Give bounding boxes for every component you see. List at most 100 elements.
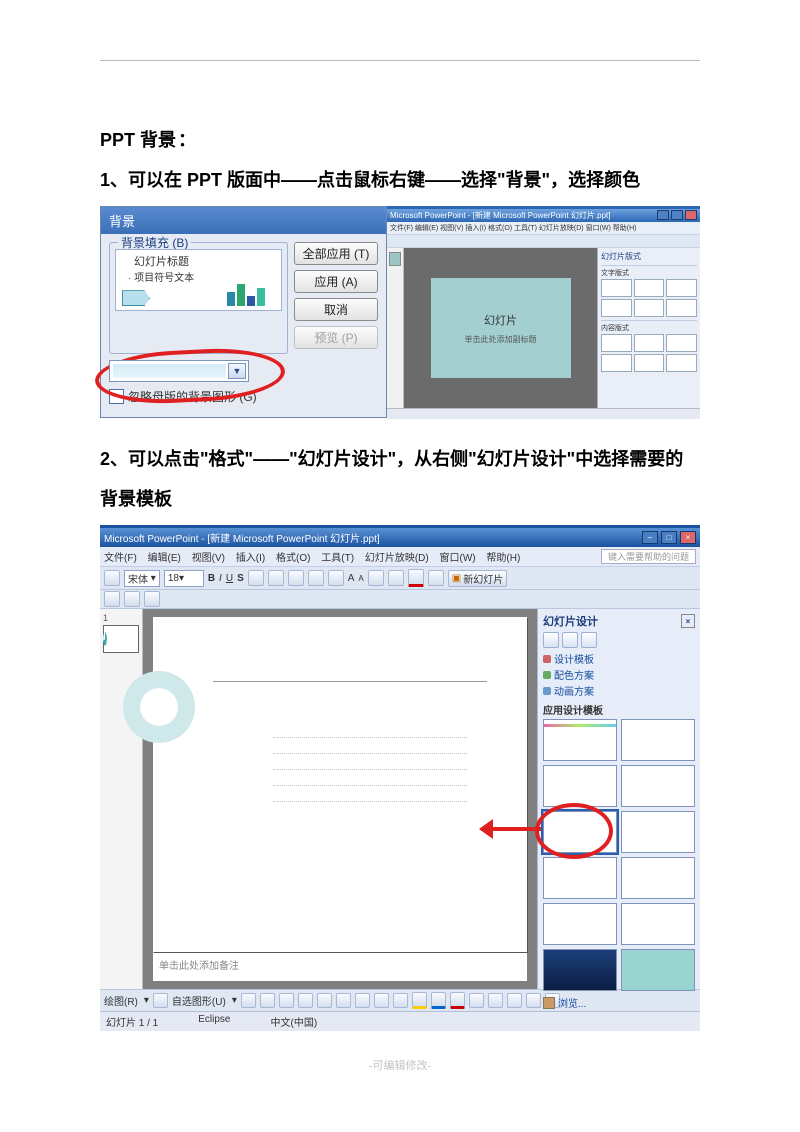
font-color-icon[interactable]: [450, 992, 465, 1009]
menu-tools[interactable]: 工具(T): [321, 553, 354, 564]
minimize-icon[interactable]: [657, 210, 669, 220]
small-slide[interactable]: 幻灯片 单击此处添加副标题: [431, 278, 571, 378]
draw-menu[interactable]: 绘图(R): [104, 993, 138, 1008]
layout-thumb[interactable]: [601, 334, 632, 352]
minimize-icon[interactable]: –: [642, 531, 658, 544]
notes-pane[interactable]: 单击此处添加备注: [153, 952, 527, 981]
font-shrink-icon[interactable]: A: [358, 574, 363, 583]
layout-thumb[interactable]: [634, 299, 665, 317]
autoshapes-menu[interactable]: 自选图形(U): [172, 993, 226, 1008]
close-icon[interactable]: ×: [680, 531, 696, 544]
font-size-select[interactable]: 18 ▾: [164, 570, 204, 587]
slide-canvas[interactable]: [153, 617, 527, 952]
background-color-dropdown[interactable]: ▼: [109, 360, 249, 382]
shadow-icon[interactable]: [526, 993, 541, 1008]
font-grow-icon[interactable]: A: [348, 573, 355, 584]
arrow-style-icon[interactable]: [507, 993, 522, 1008]
toolbar-icon[interactable]: [124, 591, 140, 607]
omit-master-bg-row[interactable]: 忽略母版的背景图形 (G): [101, 384, 386, 413]
formatting-toolbar[interactable]: 宋体 ▾ 18 ▾ B I U S A A ▣ 新幻灯片: [100, 567, 700, 590]
clipart-icon[interactable]: [374, 993, 389, 1008]
chevron-down-icon[interactable]: ▼: [228, 363, 246, 379]
picture-icon[interactable]: [393, 993, 408, 1008]
layout-thumb[interactable]: [634, 334, 665, 352]
menu-help[interactable]: 帮助(H): [486, 553, 520, 564]
small-menubar[interactable]: 文件(F) 编辑(E) 视图(V) 插入(I) 格式(O) 工具(T) 幻灯片放…: [387, 222, 700, 235]
slide-thumb[interactable]: [389, 252, 401, 266]
large-menubar[interactable]: 文件(F) 编辑(E) 视图(V) 插入(I) 格式(O) 工具(T) 幻灯片放…: [100, 547, 700, 567]
dash-style-icon[interactable]: [488, 993, 503, 1008]
layout-thumb[interactable]: [601, 279, 632, 297]
apply-all-button[interactable]: 全部应用 (T): [294, 242, 378, 265]
rectangle-icon[interactable]: [279, 993, 294, 1008]
numbering-icon[interactable]: [308, 570, 324, 586]
design-template-thumb[interactable]: [621, 719, 695, 761]
pane-home-icon[interactable]: [581, 632, 597, 648]
menu-view[interactable]: 视图(V): [192, 553, 225, 564]
maximize-icon[interactable]: [671, 210, 683, 220]
preview-button[interactable]: 预览 (P): [294, 326, 378, 349]
small-editor[interactable]: 幻灯片 单击此处添加副标题: [404, 248, 597, 408]
small-toolbar[interactable]: [387, 235, 700, 248]
design-template-thumb[interactable]: [543, 811, 617, 853]
layout-thumb[interactable]: [601, 299, 632, 317]
design-template-thumb[interactable]: [621, 857, 695, 899]
toolbar-icon[interactable]: [104, 591, 120, 607]
layout-thumb[interactable]: [634, 279, 665, 297]
wordart-icon[interactable]: [336, 993, 351, 1008]
indent-increase-icon[interactable]: [388, 570, 404, 586]
align-left-icon[interactable]: [248, 570, 264, 586]
fill-color-icon[interactable]: [412, 992, 427, 1009]
align-center-icon[interactable]: [268, 570, 284, 586]
close-icon[interactable]: [685, 210, 697, 220]
color-schemes-link[interactable]: 配色方案: [543, 667, 695, 682]
standard-toolbar[interactable]: [100, 590, 700, 609]
align-right-icon[interactable]: [288, 570, 304, 586]
apply-button[interactable]: 应用 (A): [294, 270, 378, 293]
browse-link[interactable]: 浏览...: [543, 995, 695, 1010]
animation-schemes-link[interactable]: 动画方案: [543, 683, 695, 698]
font-color-icon[interactable]: [408, 569, 424, 587]
diagram-icon[interactable]: [355, 993, 370, 1008]
close-pane-icon[interactable]: ×: [681, 614, 695, 628]
slide-design-pane[interactable]: 幻灯片设计 × 设计模板 配色方案 动画方案 应用设计模板: [537, 609, 700, 989]
design-templates-link[interactable]: 设计模板: [543, 651, 695, 666]
design-template-thumb[interactable]: [543, 857, 617, 899]
line-color-icon[interactable]: [431, 992, 446, 1009]
design-template-thumb[interactable]: [543, 949, 617, 991]
italic-button[interactable]: I: [219, 573, 222, 584]
layout-thumb[interactable]: [666, 334, 697, 352]
line-style-icon[interactable]: [469, 993, 484, 1008]
toolbar-icon[interactable]: [104, 570, 120, 586]
textbox-icon[interactable]: [317, 993, 332, 1008]
slide-thumb[interactable]: [103, 625, 139, 653]
arrow-icon[interactable]: [260, 993, 275, 1008]
menu-format[interactable]: 格式(O): [276, 553, 310, 564]
menu-insert[interactable]: 插入(I): [236, 553, 265, 564]
layout-thumb[interactable]: [666, 354, 697, 372]
outline-pane[interactable]: 1: [100, 609, 143, 989]
design-template-thumb[interactable]: [621, 811, 695, 853]
layout-thumb[interactable]: [666, 299, 697, 317]
cancel-button[interactable]: 取消: [294, 298, 378, 321]
help-search-input[interactable]: 键入需要帮助的问题: [601, 549, 696, 564]
oval-icon[interactable]: [298, 993, 313, 1008]
pane-back-icon[interactable]: [543, 632, 559, 648]
bullets-icon[interactable]: [328, 570, 344, 586]
indent-decrease-icon[interactable]: [368, 570, 384, 586]
menu-slideshow[interactable]: 幻灯片放映(D): [365, 553, 429, 564]
bold-button[interactable]: B: [208, 573, 215, 584]
pane-forward-icon[interactable]: [562, 632, 578, 648]
layout-thumb[interactable]: [601, 354, 632, 372]
underline-button[interactable]: U: [226, 573, 233, 584]
design-template-thumb[interactable]: [621, 903, 695, 945]
menu-window[interactable]: 窗口(W): [440, 553, 476, 564]
new-slide-button[interactable]: ▣ 新幻灯片: [448, 570, 507, 587]
menu-edit[interactable]: 编辑(E): [148, 553, 181, 564]
checkbox-icon[interactable]: [109, 389, 124, 404]
design-template-thumb[interactable]: [543, 765, 617, 807]
design-icon[interactable]: [428, 570, 444, 586]
toolbar-icon[interactable]: [144, 591, 160, 607]
layout-thumb[interactable]: [634, 354, 665, 372]
layout-task-pane[interactable]: 幻灯片版式 文字版式 内容版式: [597, 248, 700, 408]
